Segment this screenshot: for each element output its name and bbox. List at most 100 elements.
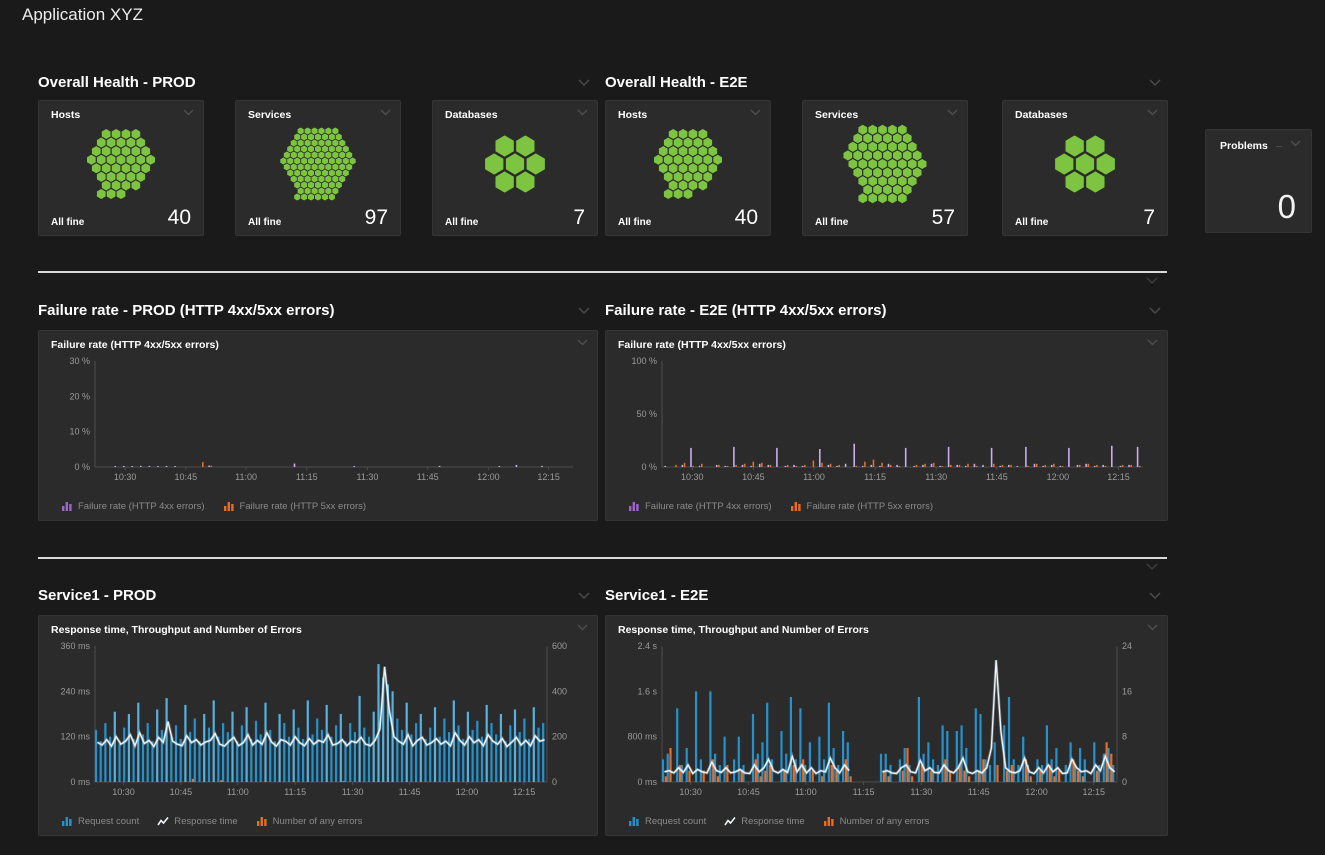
chevron-down-icon[interactable] (1147, 339, 1158, 346)
legend-item[interactable]: Failure rate (HTTP 4xx errors) (61, 501, 205, 512)
failure-rate-prod-chart[interactable]: 0 %10 %20 %30 %10:3010:4511:0011:1511:30… (49, 355, 587, 483)
bar-series-icon (790, 501, 802, 512)
svg-text:10:45: 10:45 (737, 787, 760, 797)
failure-rate-e2e-tile[interactable]: Failure rate (HTTP 4xx/5xx errors) 0 %50… (605, 330, 1168, 521)
svg-text:11:00: 11:00 (227, 787, 249, 797)
legend-item[interactable]: Request count (61, 816, 139, 827)
svg-text:0 ms: 0 ms (70, 777, 90, 787)
bar-series-icon (223, 501, 235, 512)
section-header-service1-prod: Service1 - PROD (38, 586, 590, 604)
legend-item[interactable]: Failure rate (HTTP 5xx errors) (790, 501, 934, 512)
entity-count: 7 (1143, 209, 1155, 228)
legend-label: Response time (174, 816, 237, 827)
chart-legend: Request count Response time Number of any … (61, 816, 362, 827)
legend-label: Failure rate (HTTP 4xx errors) (645, 501, 772, 512)
chevron-down-icon[interactable] (1149, 79, 1161, 86)
svg-text:20 %: 20 % (69, 391, 90, 401)
bar-series-icon (628, 816, 640, 827)
chevron-down-icon[interactable] (1146, 277, 1158, 284)
failure-rate-e2e-chart[interactable]: 0 %50 %100 %10:3010:4511:0011:1511:3011:… (616, 355, 1157, 483)
chevron-down-icon[interactable] (578, 307, 590, 314)
entity-count: 40 (735, 209, 758, 228)
host-health-honeycomb (618, 121, 758, 207)
chart-title: Response time, Throughput and Number of … (618, 624, 869, 636)
health-tile-hosts-prod[interactable]: Hosts All fine 40 (38, 100, 204, 236)
svg-text:16: 16 (1122, 686, 1132, 696)
svg-text:10:30: 10:30 (679, 787, 702, 797)
svg-text:8: 8 (1122, 732, 1127, 742)
health-tile-databases-e2e[interactable]: Databases All fine 7 (1002, 100, 1168, 236)
bar-series-icon (628, 501, 640, 512)
legend-item[interactable]: Number of any errors (256, 816, 363, 827)
section-title: Overall Health - PROD (38, 74, 196, 91)
legend-label: Response time (741, 816, 804, 827)
legend-label: Failure rate (HTTP 5xx errors) (807, 501, 934, 512)
section-header-service1-e2e: Service1 - E2E (605, 586, 1161, 604)
chevron-down-icon[interactable] (750, 109, 761, 116)
svg-text:200: 200 (552, 732, 567, 742)
section-title: Failure rate - E2E (HTTP 4xx/5xx errors) (605, 302, 887, 319)
bar-series-icon (823, 816, 835, 827)
legend-item[interactable]: Request count (628, 816, 706, 827)
chevron-down-icon[interactable] (578, 79, 590, 86)
service1-prod-tile[interactable]: Response time, Throughput and Number of … (38, 615, 598, 836)
chevron-down-icon[interactable] (380, 109, 391, 116)
svg-text:0 %: 0 % (74, 462, 90, 472)
legend-item[interactable]: Failure rate (HTTP 5xx errors) (223, 501, 367, 512)
svg-text:120 ms: 120 ms (60, 732, 90, 742)
chevron-down-icon[interactable] (1147, 109, 1158, 116)
health-tile-services-e2e[interactable]: Services All fine 57 (802, 100, 968, 236)
problems-tile[interactable]: Problems 0 (1205, 129, 1312, 233)
svg-text:12:00: 12:00 (1025, 787, 1048, 797)
status-text: All fine (51, 217, 84, 228)
chart-legend: Failure rate (HTTP 4xx errors) Failure ra… (61, 501, 366, 512)
chevron-down-icon[interactable] (1149, 307, 1161, 314)
chevron-down-icon[interactable] (1147, 624, 1158, 631)
legend-item[interactable]: Number of any errors (823, 816, 930, 827)
chevron-down-icon[interactable] (577, 339, 588, 346)
svg-text:10 %: 10 % (69, 427, 90, 437)
chart-legend: Request count Response time Number of any … (628, 816, 929, 827)
chevron-down-icon[interactable] (577, 109, 588, 116)
health-tile-hosts-e2e[interactable]: Hosts All fine 40 (605, 100, 771, 236)
legend-label: Number of any errors (840, 816, 930, 827)
legend-item[interactable]: Response time (157, 816, 237, 827)
chevron-down-icon[interactable] (1149, 592, 1161, 599)
tile-title: Hosts (51, 109, 80, 121)
svg-text:2.4 s: 2.4 s (637, 641, 657, 651)
svg-text:10:45: 10:45 (175, 472, 198, 482)
svg-text:11:00: 11:00 (235, 472, 257, 482)
entity-count: 97 (365, 209, 388, 228)
chevron-down-icon[interactable] (578, 592, 590, 599)
svg-text:0 ms: 0 ms (637, 777, 657, 787)
svg-text:12:00: 12:00 (456, 787, 479, 797)
page-title: Application XYZ (22, 5, 143, 25)
health-tile-databases-prod[interactable]: Databases All fine 7 (432, 100, 598, 236)
section-title: Service1 - E2E (605, 587, 708, 604)
entity-count: 57 (932, 209, 955, 228)
chevron-down-icon[interactable] (1146, 563, 1158, 570)
service1-e2e-tile[interactable]: Response time, Throughput and Number of … (605, 615, 1168, 836)
health-tile-services-prod[interactable]: Services All fine 97 (235, 100, 401, 236)
svg-text:30 %: 30 % (69, 356, 90, 366)
legend-item[interactable]: Response time (724, 816, 804, 827)
svg-text:10:45: 10:45 (742, 472, 765, 482)
chevron-down-icon[interactable] (183, 109, 194, 116)
legend-item[interactable]: Failure rate (HTTP 4xx errors) (628, 501, 772, 512)
failure-rate-prod-tile[interactable]: Failure rate (HTTP 4xx/5xx errors) 0 %10… (38, 330, 598, 521)
section-header-failure-rate-e2e: Failure rate - E2E (HTTP 4xx/5xx errors) (605, 301, 1161, 319)
svg-text:12:00: 12:00 (477, 472, 500, 482)
legend-label: Failure rate (HTTP 5xx errors) (240, 501, 367, 512)
svg-text:11:15: 11:15 (853, 787, 875, 797)
service1-prod-chart[interactable]: 0 ms120 ms240 ms360 ms020040060010:3010:… (49, 640, 587, 798)
chevron-down-icon[interactable] (1290, 140, 1301, 147)
chevron-down-icon[interactable] (947, 109, 958, 116)
service1-e2e-chart[interactable]: 0 ms800 ms1.6 s2.4 s08162410:3010:4511:0… (616, 640, 1157, 798)
legend-label: Failure rate (HTTP 4xx errors) (78, 501, 205, 512)
svg-text:11:15: 11:15 (284, 787, 306, 797)
svg-text:800 ms: 800 ms (627, 732, 657, 742)
tile-title: Services (248, 109, 291, 121)
database-health-honeycomb (445, 121, 585, 207)
section-title: Overall Health - E2E (605, 74, 748, 91)
chevron-down-icon[interactable] (577, 624, 588, 631)
